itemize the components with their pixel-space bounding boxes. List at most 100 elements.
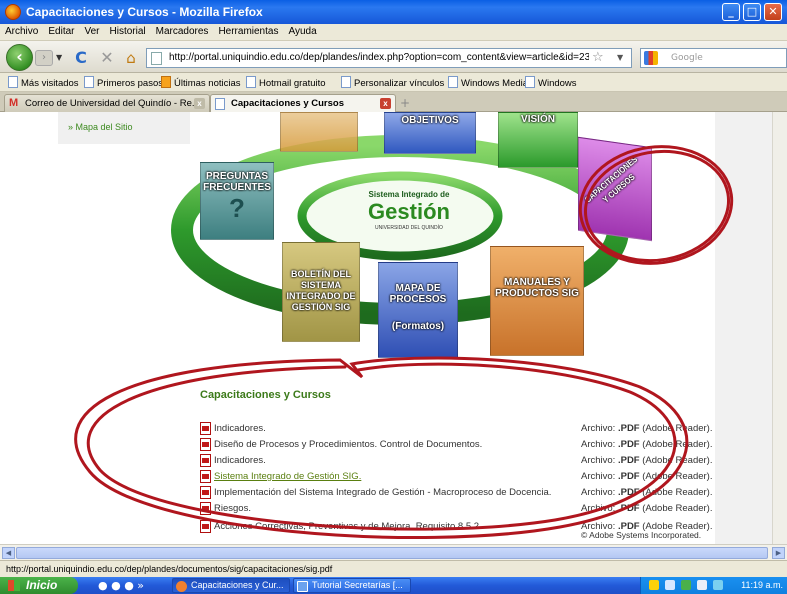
reload-icon[interactable]: C bbox=[72, 49, 90, 67]
start-label: Inicio bbox=[26, 578, 58, 592]
file-ext: .PDF bbox=[617, 423, 640, 434]
taskbar-item-tutorial[interactable]: Tutorial Secretarías [... bbox=[293, 578, 411, 593]
document-file-info: Archivo: .PDF (Adobe Reader). bbox=[581, 455, 712, 466]
file-suffix: (Adobe Reader). bbox=[639, 455, 713, 466]
forward-button[interactable]: › bbox=[35, 50, 53, 66]
bookmark-star-icon[interactable]: ☆ bbox=[592, 50, 604, 65]
tab-capacitaciones[interactable]: Capacitaciones y Cursos x bbox=[210, 94, 396, 112]
file-suffix: (Adobe Reader). bbox=[639, 439, 713, 450]
document-title[interactable]: Acciones Correctivas, Preventivas y de M… bbox=[214, 521, 479, 532]
scroll-right-icon[interactable]: ▶ bbox=[772, 547, 785, 559]
taskbar-item-firefox[interactable]: Capacitaciones y Cur... bbox=[172, 578, 290, 593]
card-boletin[interactable]: BOLETÍN DEL SISTEMA INTEGRADO DE GESTIÓN… bbox=[282, 242, 360, 342]
bookmark-ultimas-noticias[interactable]: Últimas noticias bbox=[161, 76, 241, 89]
search-bar[interactable]: Google bbox=[640, 48, 787, 68]
search-placeholder: Google bbox=[671, 53, 703, 63]
pdf-icon bbox=[200, 470, 211, 483]
scroll-thumb[interactable] bbox=[16, 547, 768, 559]
bookmark-windows-media[interactable]: Windows Media bbox=[448, 76, 528, 89]
back-button[interactable]: ‹ bbox=[6, 44, 33, 71]
card-manuales[interactable]: MANUALES Y PRODUCTOS SIG bbox=[490, 246, 584, 356]
card-mapa[interactable]: MAPA DE PROCESOS (Formatos) bbox=[378, 262, 458, 358]
home-icon[interactable]: ⌂ bbox=[122, 49, 140, 67]
pdf-icon bbox=[200, 486, 211, 499]
document-title[interactable]: Indicadores. bbox=[214, 423, 266, 434]
tray-network-icon[interactable] bbox=[665, 580, 675, 590]
document-title-link[interactable]: Sistema Integrado de Gestión SIG. bbox=[214, 471, 361, 482]
card-preguntas-label: PREGUNTAS FRECUENTES bbox=[203, 171, 271, 193]
document-row[interactable]: Indicadores. Archivo: .PDF (Adobe Reader… bbox=[198, 454, 718, 468]
quick-launch[interactable]: ● ● ● » bbox=[98, 579, 144, 592]
document-row[interactable]: Indicadores. Archivo: .PDF (Adobe Reader… bbox=[198, 422, 718, 436]
task-label: Capacitaciones y Cur... bbox=[191, 580, 284, 590]
new-tab-icon[interactable]: + bbox=[400, 96, 410, 110]
pdf-icon bbox=[200, 454, 211, 467]
file-suffix: (Adobe Reader). bbox=[639, 471, 713, 482]
file-ext: .PDF bbox=[617, 487, 640, 498]
tray-app-icon[interactable] bbox=[713, 580, 723, 590]
page-icon bbox=[215, 98, 225, 110]
sitemap-label: Mapa del Sitio bbox=[75, 122, 133, 132]
bookmark-mas-visitados[interactable]: Más visitados bbox=[8, 76, 79, 89]
document-row[interactable]: Sistema Integrado de Gestión SIG. Archiv… bbox=[198, 470, 718, 484]
document-title[interactable]: Implementación del Sistema Integrado de … bbox=[214, 487, 551, 498]
bookmark-primeros-pasos[interactable]: Primeros pasos bbox=[84, 76, 163, 89]
page-content: » Mapa del Sitio OBJETIVOS VISIÓN PREGUN… bbox=[0, 112, 772, 544]
document-title[interactable]: Indicadores. bbox=[214, 455, 266, 466]
file-prefix: Archivo: bbox=[581, 487, 618, 498]
tray-security-icon[interactable] bbox=[681, 580, 691, 590]
document-title[interactable]: Diseño de Procesos y Procedimientos. Con… bbox=[214, 439, 482, 450]
adobe-copyright: © Adobe Systems Incorporated. bbox=[581, 530, 702, 540]
tab-close-icon[interactable]: x bbox=[194, 98, 205, 109]
sig-diagram: OBJETIVOS VISIÓN PREGUNTAS FRECUENTES ? … bbox=[160, 112, 720, 374]
menu-marcadores[interactable]: Marcadores bbox=[151, 24, 214, 37]
tab-close-icon[interactable]: x bbox=[380, 98, 391, 109]
document-title[interactable]: Riesgos. bbox=[214, 503, 251, 514]
history-dropdown-icon[interactable]: ▼ bbox=[56, 53, 62, 62]
card-preguntas[interactable]: PREGUNTAS FRECUENTES ? bbox=[200, 162, 274, 240]
menu-historial[interactable]: Historial bbox=[105, 24, 151, 37]
window-title: Capacitaciones y Cursos - Mozilla Firefo… bbox=[26, 5, 263, 19]
card-capacitaciones[interactable]: CAPACITACIONES Y CURSOS bbox=[578, 136, 652, 242]
menu-editar[interactable]: Editar bbox=[43, 24, 79, 37]
vertical-scrollbar[interactable] bbox=[772, 112, 787, 544]
document-row[interactable]: Riesgos. Archivo: .PDF (Adobe Reader). bbox=[198, 502, 718, 516]
file-suffix: (Adobe Reader). bbox=[639, 503, 713, 514]
section-title: Capacitaciones y Cursos bbox=[200, 389, 331, 401]
horizontal-scrollbar[interactable]: ◀ ▶ bbox=[0, 544, 787, 560]
card-manuales-label: MANUALES Y PRODUCTOS SIG bbox=[495, 277, 579, 299]
minimize-button[interactable]: _ bbox=[722, 3, 740, 21]
tray-help-icon[interactable] bbox=[649, 580, 659, 590]
menu-ver[interactable]: Ver bbox=[79, 24, 104, 37]
bookmark-hotmail[interactable]: Hotmail gratuito bbox=[246, 76, 326, 89]
url-text[interactable]: http://portal.uniquindio.edu.co/dep/plan… bbox=[169, 52, 589, 63]
document-row[interactable]: Implementación del Sistema Integrado de … bbox=[198, 486, 718, 500]
page-icon bbox=[84, 76, 94, 88]
tab-correo[interactable]: M Correo de Universidad del Quindío - Re… bbox=[4, 94, 210, 112]
sitemap-link[interactable]: » Mapa del Sitio bbox=[68, 122, 133, 132]
logo-line2: Gestión bbox=[368, 199, 450, 224]
card-objetivos[interactable]: OBJETIVOS bbox=[384, 112, 476, 154]
url-bar[interactable]: http://portal.uniquindio.edu.co/dep/plan… bbox=[146, 48, 632, 68]
document-file-info: Archivo: .PDF (Adobe Reader). bbox=[581, 439, 712, 450]
document-row[interactable]: Diseño de Procesos y Procedimientos. Con… bbox=[198, 438, 718, 452]
card-vision[interactable]: VISIÓN bbox=[498, 112, 578, 168]
document-file-info: Archivo: .PDF (Adobe Reader). bbox=[581, 471, 712, 482]
maximize-button[interactable]: □ bbox=[743, 3, 761, 21]
tray-volume-icon[interactable] bbox=[697, 580, 707, 590]
stop-icon[interactable]: ✕ bbox=[98, 49, 116, 67]
file-prefix: Archivo: bbox=[581, 439, 618, 450]
close-button[interactable]: ✕ bbox=[764, 3, 782, 21]
menu-herramientas[interactable]: Herramientas bbox=[213, 24, 283, 37]
card-formatos-label: (Formatos) bbox=[391, 321, 445, 332]
scroll-left-icon[interactable]: ◀ bbox=[2, 547, 15, 559]
start-button[interactable]: Inicio bbox=[0, 577, 78, 594]
menu-archivo[interactable]: Archivo bbox=[0, 24, 43, 37]
menu-ayuda[interactable]: Ayuda bbox=[283, 24, 321, 37]
bookmark-windows[interactable]: Windows bbox=[525, 76, 577, 89]
card-top-left[interactable] bbox=[280, 112, 358, 152]
url-dropdown-icon[interactable]: ▼ bbox=[617, 53, 623, 62]
gmail-icon: M bbox=[9, 97, 19, 109]
google-icon[interactable] bbox=[644, 51, 658, 65]
bookmark-personalizar[interactable]: Personalizar vínculos bbox=[341, 76, 444, 89]
